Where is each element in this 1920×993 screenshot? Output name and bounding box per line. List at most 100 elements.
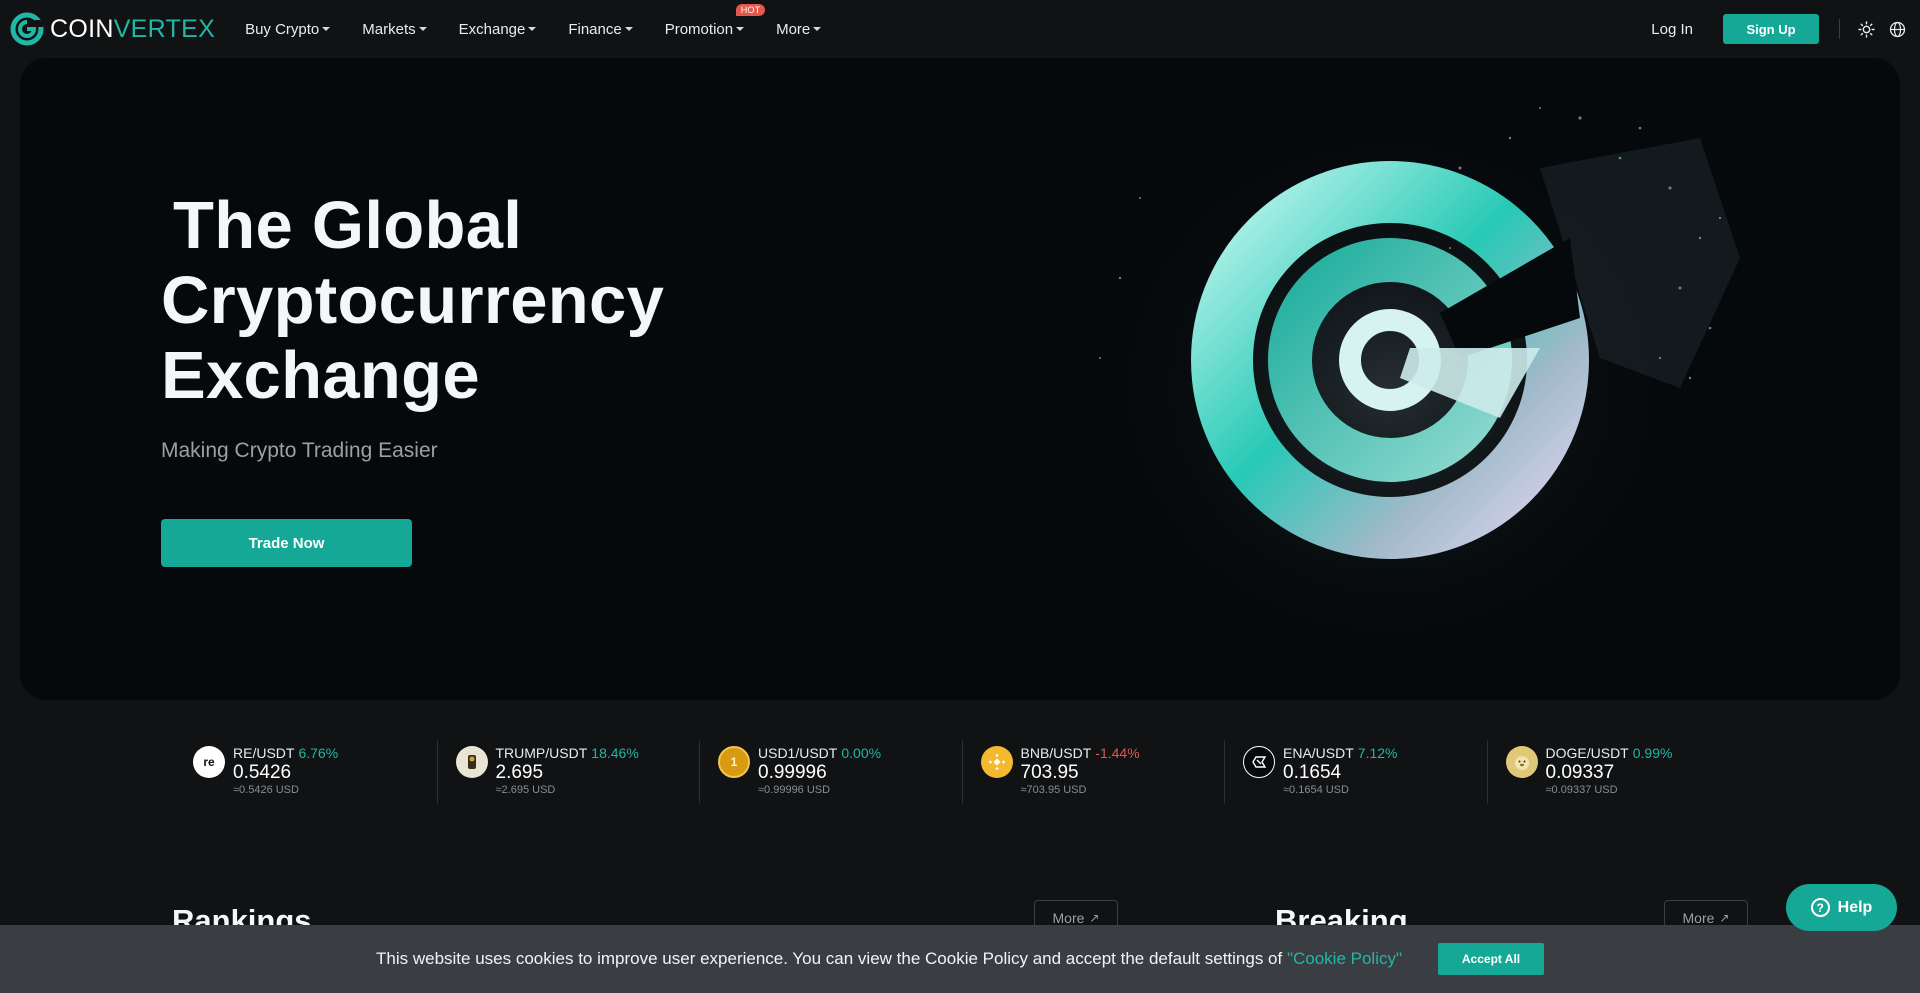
ticker-info: BNB/USDT -1.44% 703.95 ≈703.95 USD [1021,740,1140,797]
cookie-policy-link[interactable]: "Cookie Policy" [1287,949,1402,968]
ticker-pair: RE/USDT [233,745,295,761]
ticker-pair-line: ENA/USDT 7.12% [1283,745,1398,761]
caret-down-icon [813,27,822,31]
ticker-info: USD1/USDT 0.00% 0.99996 ≈0.99996 USD [758,740,881,797]
ticker-info: RE/USDT 6.76% 0.5426 ≈0.5426 USD [233,740,338,797]
nav-label: Finance [568,20,622,38]
ticker-item-trump[interactable]: TRUMP/USDT 18.46% 2.695 ≈2.695 USD [438,740,700,804]
nav-markets[interactable]: Markets [362,20,427,38]
ticker-item-doge[interactable]: DOGE/USDT 0.99% 0.09337 ≈0.09337 USD [1488,740,1751,804]
ticker-pair-line: USD1/USDT 0.00% [758,745,881,761]
market-ticker: re RE/USDT 6.76% 0.5426 ≈0.5426 USD TRUMP… [175,740,1750,804]
ticker-pair: DOGE/USDT [1545,745,1629,761]
ticker-item-ena[interactable]: ENA/USDT 7.12% 0.1654 ≈0.1654 USD [1225,740,1488,804]
nav-finance[interactable]: Finance [568,20,633,38]
caret-down-icon [736,27,745,31]
ticker-change: 18.46% [591,745,639,761]
ticker-info: TRUMP/USDT 18.46% 2.695 ≈2.695 USD [496,740,639,797]
nav-label: Buy Crypto [245,20,320,38]
main-nav: Buy Crypto Markets Exchange Finance Prom… [245,3,853,38]
header-actions: Log In Sign Up [1651,0,1920,58]
ticker-usd-value: ≈2.695 USD [495,784,556,796]
ticker-price: 0.1654 [1283,762,1342,783]
hot-badge: HOT [735,3,766,16]
caret-down-icon [528,27,537,31]
nav-buy-crypto[interactable]: Buy Crypto [245,20,331,38]
nav-label: Markets [362,20,416,38]
more-label: More [1052,910,1085,926]
doge-coin-icon [1505,746,1538,778]
hero-title: The Global Cryptocurrency Exchange [161,188,664,413]
nav-label: More [776,20,811,38]
ticker-price: 2.695 [495,762,544,783]
ticker-pair-line: RE/USDT 6.76% [233,745,338,761]
cookie-message: This website uses cookies to improve use… [376,949,1402,969]
usd1-coin-icon: 1 [718,746,750,778]
arrow-up-right-icon: ↗ [1719,911,1730,925]
ena-coin-icon [1243,746,1275,778]
ticker-item-re[interactable]: re RE/USDT 6.76% 0.5426 ≈0.5426 USD [175,740,438,804]
cookie-consent-bar: This website uses cookies to improve use… [0,925,1920,993]
help-label: Help [1837,898,1873,916]
ticker-change: 7.12% [1357,745,1398,761]
nav-label: Promotion [664,20,734,38]
site-logo[interactable]: COINVERTEX [10,12,215,46]
ticker-pair: BNB/USDT [1020,745,1092,761]
theme-sun-icon[interactable] [1858,20,1875,38]
hero-3d-logo-illustration [1099,107,1740,658]
caret-down-icon [322,27,331,31]
arrow-up-right-icon: ↗ [1089,911,1100,925]
top-navbar: COINVERTEX Buy Crypto Markets Exchange F… [0,0,1920,58]
signup-button[interactable]: Sign Up [1723,14,1819,44]
ticker-price: 0.09337 [1545,762,1615,783]
ticker-pair: ENA/USDT [1283,745,1354,761]
re-coin-icon: re [193,746,225,778]
cookie-text: This website uses cookies to improve use… [376,949,1287,968]
ticker-item-usd1[interactable]: 1 USD1/USDT 0.00% 0.99996 ≈0.99996 USD [700,740,963,804]
caret-down-icon [624,27,633,31]
ticker-pair-line: BNB/USDT -1.44% [1021,745,1140,761]
ticker-price: 703.95 [1020,762,1079,783]
hero-subtitle: Making Crypto Trading Easier [161,439,438,462]
nav-exchange[interactable]: Exchange [459,21,537,38]
ticker-usd-value: ≈0.99996 USD [758,784,831,796]
ticker-usd-value: ≈0.5426 USD [233,784,299,796]
header-divider [1839,19,1840,39]
more-label: More [1682,910,1715,926]
coinvertex-logo-icon [10,12,44,46]
nav-more[interactable]: More [776,20,822,38]
hero-title-line: Exchange [161,338,480,413]
help-button[interactable]: ? Help [1786,884,1897,931]
ticker-usd-value: ≈0.1654 USD [1283,784,1349,796]
nav-promotion[interactable]: Promotion HOT [664,3,766,38]
question-icon: ? [1810,898,1830,917]
logo-wordmark: COINVERTEX [50,15,215,44]
bnb-coin-icon [980,746,1013,778]
ticker-price: 0.99996 [758,762,827,783]
ticker-usd-value: ≈703.95 USD [1020,784,1087,796]
ticker-change: 0.99% [1632,745,1673,761]
logo-text-vertex: VERTEX [113,14,216,43]
caret-down-icon [418,27,427,31]
ticker-change: 0.00% [841,745,882,761]
ticker-info: DOGE/USDT 0.99% 0.09337 ≈0.09337 USD [1546,740,1673,797]
ticker-change: 6.76% [298,745,339,761]
hero-title-line: The Global [173,188,523,263]
trade-now-button[interactable]: Trade Now [161,519,412,567]
globe-icon[interactable] [1889,21,1906,38]
ticker-price: 0.5426 [233,762,292,783]
ticker-pair-line: DOGE/USDT 0.99% [1546,745,1673,761]
ticker-pair-line: TRUMP/USDT 18.46% [496,745,639,761]
hero-title-line: Cryptocurrency [161,263,665,338]
nav-label: Exchange [458,20,526,38]
accept-all-button[interactable]: Accept All [1438,943,1544,975]
hero-banner: The Global Cryptocurrency Exchange Makin… [20,58,1900,700]
ticker-pair: TRUMP/USDT [495,745,588,761]
ticker-change: -1.44% [1095,745,1140,761]
ticker-usd-value: ≈0.09337 USD [1545,784,1618,796]
ticker-info: ENA/USDT 7.12% 0.1654 ≈0.1654 USD [1283,740,1398,797]
login-link[interactable]: Log In [1651,21,1693,38]
ticker-pair: USD1/USDT [758,745,838,761]
logo-text-coin: COIN [50,14,114,43]
ticker-item-bnb[interactable]: BNB/USDT -1.44% 703.95 ≈703.95 USD [963,740,1225,804]
